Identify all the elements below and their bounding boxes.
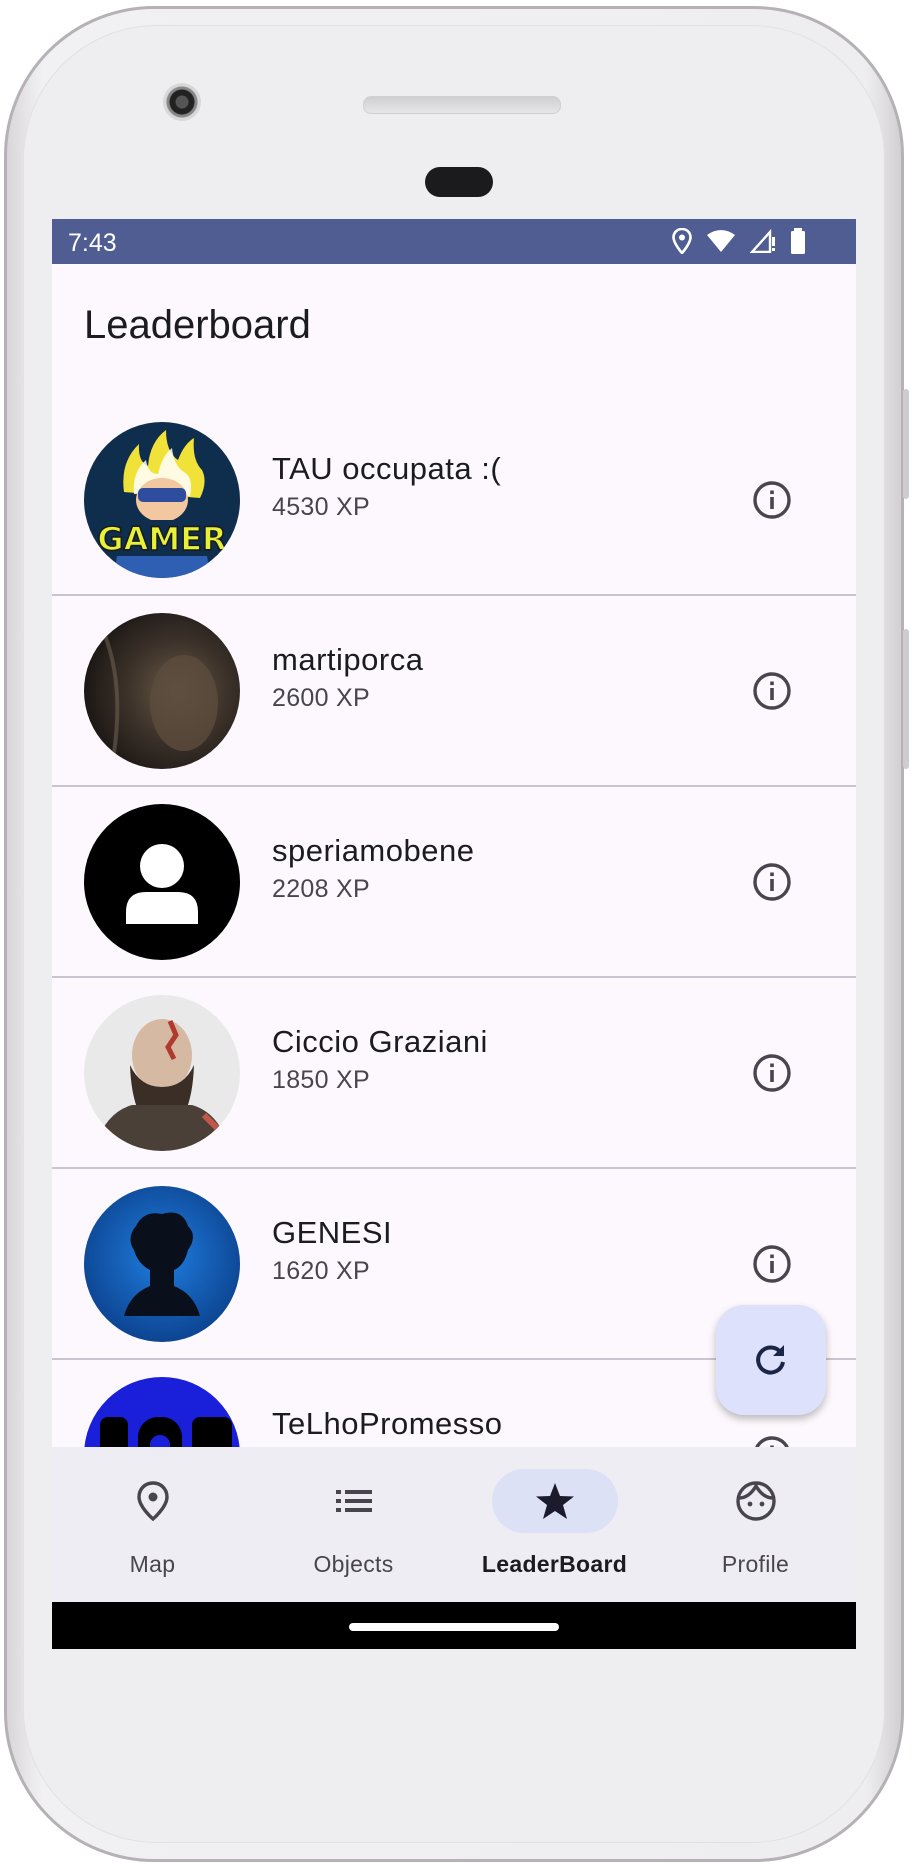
battery-icon — [791, 228, 805, 254]
info-button[interactable] — [742, 1234, 802, 1294]
list-item[interactable]: speriamobene 2208 XP — [52, 787, 856, 978]
svg-text:GAMER: GAMER — [97, 520, 226, 558]
face-icon — [735, 1481, 776, 1521]
signal-icon — [750, 229, 775, 253]
star-icon — [535, 1483, 574, 1519]
page-title: Leaderboard — [84, 303, 311, 347]
nav-label: Map — [129, 1551, 176, 1577]
volume-button — [903, 389, 909, 499]
power-button — [903, 629, 909, 769]
phone-frame: 7:43 Leaderboard GAMER TAU occupata:(4… — [4, 6, 909, 1862]
info-button[interactable] — [742, 852, 802, 912]
gamer-avatar: GAMER — [84, 422, 240, 578]
status-bar: 7:43 — [52, 219, 856, 264]
nav-pill-active — [491, 1469, 618, 1533]
info-button[interactable] — [742, 661, 802, 721]
list-item[interactable]: GAMER TAU occupata :( 4530 XP — [52, 405, 856, 596]
bearded-man-avatar — [84, 995, 240, 1151]
player-xp: 2600 XP — [272, 684, 371, 712]
info-icon — [753, 863, 791, 901]
wifi-icon — [707, 230, 735, 252]
player-xp: 1850 XP — [272, 1066, 371, 1094]
blue-album-avatar — [84, 1186, 240, 1342]
home-handle[interactable] — [349, 1623, 559, 1631]
nav-item-map[interactable]: Map — [52, 1447, 253, 1602]
player-name: martiporca — [272, 642, 424, 677]
player-name: Ciccio Graziani — [272, 1024, 488, 1059]
proximity-sensor — [425, 167, 493, 197]
default-person-avatar — [84, 804, 240, 960]
refresh-button[interactable] — [716, 1305, 826, 1415]
info-icon — [753, 481, 791, 519]
gesture-navigation-bar — [52, 1602, 856, 1649]
player-xp: 1620 XP — [272, 1257, 371, 1285]
nav-item-profile[interactable]: Profile — [655, 1447, 856, 1602]
nav-label: LeaderBoard — [481, 1551, 628, 1577]
earpiece-speaker — [363, 96, 561, 114]
nav-label: Objects — [313, 1551, 394, 1577]
list-icon — [335, 1490, 372, 1512]
player-name: TeLhoPromesso — [272, 1406, 503, 1441]
player-name: TAU occupata :( — [272, 451, 502, 486]
info-icon — [753, 672, 791, 710]
nav-item-objects[interactable]: Objects — [253, 1447, 454, 1602]
front-camera — [163, 83, 201, 121]
nav-pill — [90, 1469, 216, 1533]
status-time: 7:43 — [68, 229, 117, 257]
info-icon — [753, 1245, 791, 1283]
list-item[interactable]: martiporca 2600 XP — [52, 596, 856, 787]
bottom-navigation: Map Objects LeaderBoard Profile — [52, 1447, 856, 1602]
info-button[interactable] — [742, 1043, 802, 1103]
player-xp: 2208 XP — [272, 875, 371, 903]
map-pin-icon — [136, 1481, 169, 1521]
info-button[interactable] — [742, 470, 802, 530]
nav-pill — [693, 1469, 819, 1533]
player-name: speriamobene — [272, 833, 475, 868]
status-icons — [672, 228, 806, 254]
location-icon — [672, 228, 692, 254]
player-xp: 4530 XP — [272, 493, 371, 521]
nav-item-leaderboard[interactable]: LeaderBoard — [454, 1447, 655, 1602]
nav-label: Profile — [721, 1551, 790, 1577]
nav-pill — [291, 1469, 417, 1533]
refresh-icon — [756, 1345, 785, 1375]
player-name: GENESI — [272, 1215, 393, 1250]
dark-photo-avatar — [84, 613, 240, 769]
info-icon — [753, 1054, 791, 1092]
screen: 7:43 Leaderboard GAMER TAU occupata:(4… — [52, 219, 856, 1649]
list-item[interactable]: Ciccio Graziani 1850 XP — [52, 978, 856, 1169]
